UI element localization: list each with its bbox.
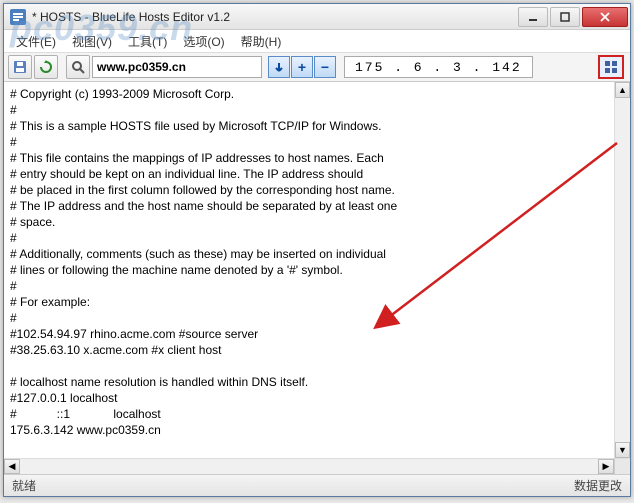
- search-icon[interactable]: [66, 55, 90, 79]
- scroll-left-icon[interactable]: ◀: [4, 459, 20, 474]
- scroll-right-icon[interactable]: ▶: [598, 459, 614, 474]
- minimize-button[interactable]: [518, 7, 548, 27]
- maximize-button[interactable]: [550, 7, 580, 27]
- status-left: 就绪: [12, 477, 36, 494]
- statusbar: 就绪 数据更改: [4, 474, 630, 496]
- menu-help[interactable]: 帮助(H): [235, 31, 288, 52]
- scroll-down-icon[interactable]: ▼: [615, 442, 630, 458]
- arrow-down-icon[interactable]: [268, 56, 290, 78]
- window-title: * HOSTS - BlueLife Hosts Editor v1.2: [32, 10, 518, 24]
- menubar: 文件(E) 视图(V) 工具(T) 选项(O) 帮助(H): [4, 30, 630, 52]
- titlebar[interactable]: * HOSTS - BlueLife Hosts Editor v1.2: [4, 4, 630, 30]
- scroll-up-icon[interactable]: ▲: [615, 82, 630, 98]
- ip-input[interactable]: 175 . 6 . 3 . 142: [344, 56, 533, 78]
- refresh-icon[interactable]: [34, 55, 58, 79]
- menu-tools[interactable]: 工具(T): [122, 31, 173, 52]
- close-button[interactable]: [582, 7, 628, 27]
- menu-file[interactable]: 文件(E): [10, 31, 62, 52]
- hosts-text-editor[interactable]: [4, 82, 614, 458]
- vertical-scrollbar[interactable]: ▲ ▼: [614, 82, 630, 458]
- plus-icon[interactable]: +: [291, 56, 313, 78]
- menu-view[interactable]: 视图(V): [66, 31, 118, 52]
- content-area: ▲ ▼: [4, 82, 630, 458]
- minus-icon[interactable]: −: [314, 56, 336, 78]
- status-right: 数据更改: [574, 477, 622, 494]
- app-window: * HOSTS - BlueLife Hosts Editor v1.2 文件(…: [3, 3, 631, 497]
- menu-options[interactable]: 选项(O): [177, 31, 230, 52]
- save-icon[interactable]: [8, 55, 32, 79]
- app-icon: [10, 9, 26, 25]
- horizontal-scrollbar[interactable]: ◀ ▶: [4, 458, 630, 474]
- grid-view-button[interactable]: [598, 55, 624, 79]
- toolbar: + − 175 . 6 . 3 . 142: [4, 52, 630, 82]
- domain-input[interactable]: [92, 56, 262, 78]
